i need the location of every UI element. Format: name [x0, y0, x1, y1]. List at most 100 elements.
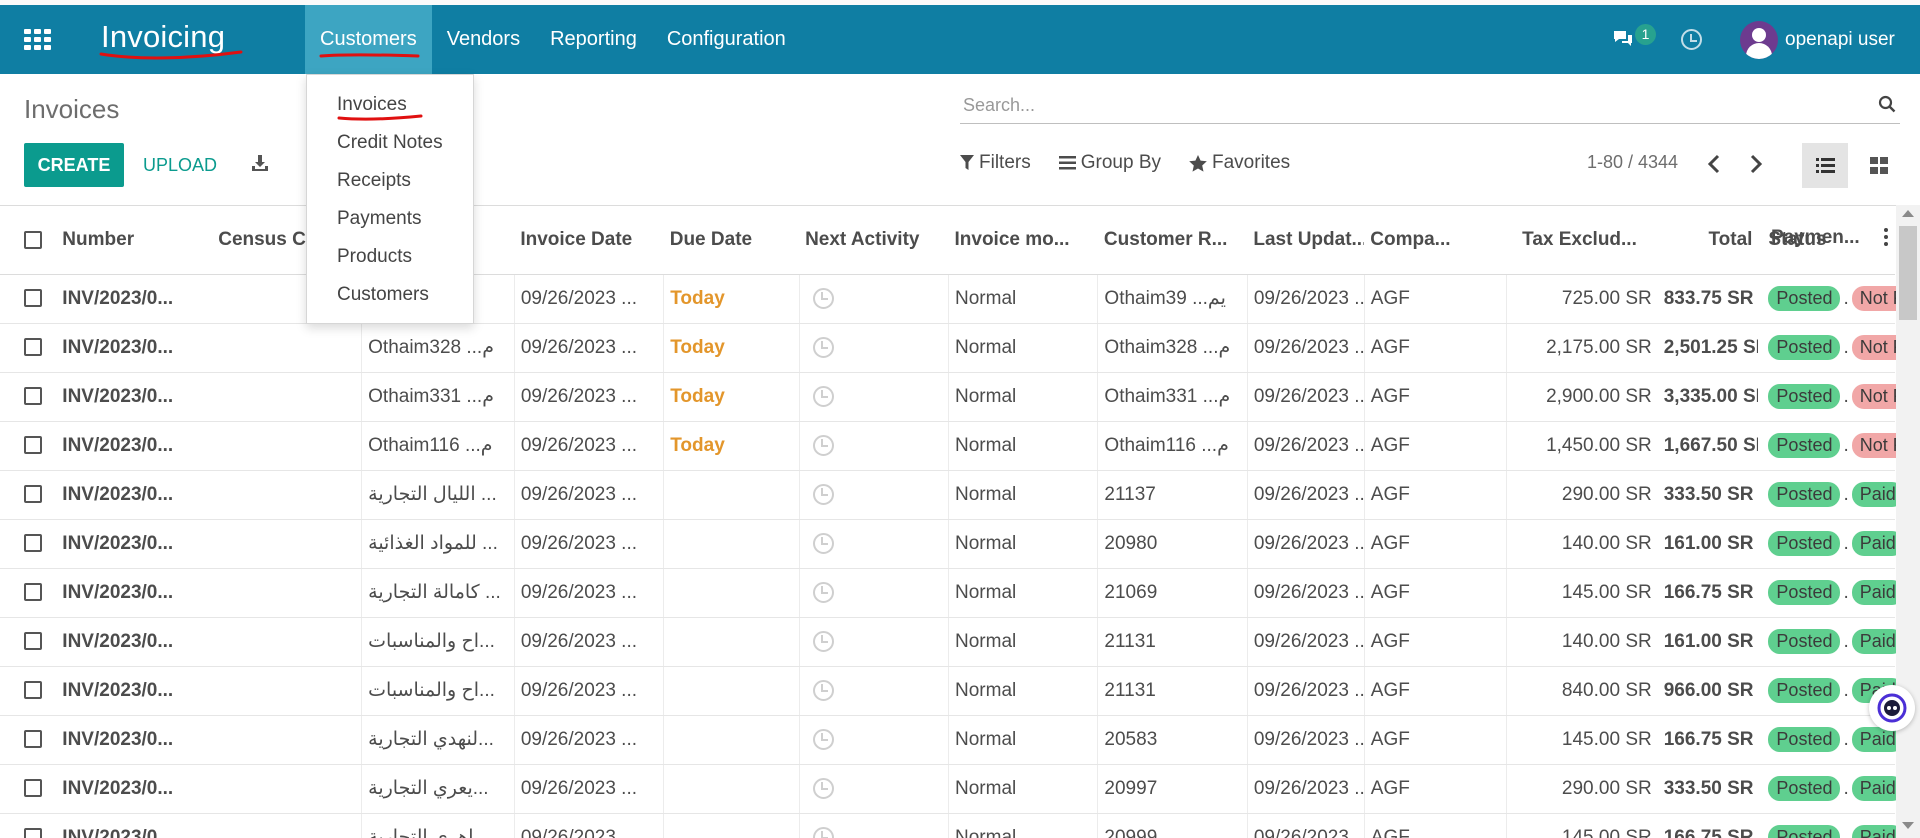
menu-customers[interactable]: Customers — [305, 5, 432, 74]
col-payment-header[interactable]: Paymen... — [1771, 227, 1860, 249]
cell-next-activity[interactable] — [799, 274, 950, 324]
star-icon — [1189, 154, 1207, 172]
activity-clock-icon[interactable] — [812, 581, 834, 603]
dropdown-item-credit-notes[interactable]: Credit Notes — [307, 128, 473, 166]
activity-clock-icon[interactable] — [812, 679, 834, 701]
user-name[interactable]: openapi user — [1785, 29, 1895, 51]
cell-next-activity[interactable] — [799, 617, 950, 667]
scroll-up-arrow-icon[interactable] — [1902, 210, 1914, 217]
filters-button[interactable]: Filters — [960, 152, 1031, 174]
apps-grid-icon[interactable] — [24, 29, 51, 50]
create-button[interactable]: CREATE — [24, 143, 124, 187]
cell-next-activity[interactable] — [799, 568, 950, 618]
cell-tax-excluded: 725.00 SR — [1506, 274, 1658, 324]
chatbot-button[interactable] — [1869, 685, 1915, 731]
dropdown-item-payments[interactable]: Payments — [307, 204, 473, 242]
cell-company: AGF — [1364, 372, 1507, 422]
table-row[interactable]: INV/2023/0... ...اهري التجارية 09/26/2023 … — [0, 813, 1904, 838]
activity-clock-icon[interactable] — [812, 728, 834, 750]
activity-clock-icon[interactable] — [812, 826, 834, 838]
row-checkbox[interactable] — [24, 534, 42, 553]
activity-clock-icon[interactable] — [812, 434, 834, 456]
activity-clock-icon[interactable] — [812, 777, 834, 799]
cell-invoice-mode: Normal — [948, 421, 1099, 471]
activity-clock-icon[interactable] — [1681, 29, 1702, 50]
row-checkbox[interactable] — [24, 583, 42, 602]
col-last-updated[interactable]: Last Updat... — [1247, 206, 1365, 275]
list-view-button[interactable] — [1802, 143, 1848, 188]
table-row[interactable]: INV/2023/0...... كامالة التجارية 09/26/20… — [0, 568, 1904, 618]
activity-clock-icon[interactable] — [812, 630, 834, 652]
table-row[interactable]: INV/2023/0... ...يعري التجارية 09/26/2023 … — [0, 764, 1904, 814]
table-row[interactable]: INV/2023/0... ...اح والمناسبات 09/26/2023 … — [0, 617, 1904, 667]
row-checkbox[interactable] — [24, 730, 42, 749]
activity-clock-icon[interactable] — [812, 385, 834, 407]
column-options-icon[interactable] — [1884, 228, 1889, 246]
col-next-activity[interactable]: Next Activity — [799, 206, 949, 275]
row-checkbox[interactable] — [24, 436, 42, 455]
table-row[interactable]: INV/2023/0... Othaim116 ...م 09/26/2023 ..… — [0, 421, 1920, 471]
cell-next-activity[interactable] — [799, 372, 950, 422]
menu-vendors[interactable]: Vendors — [432, 5, 535, 74]
pager-previous-icon[interactable] — [1705, 153, 1725, 175]
cell-next-activity[interactable] — [799, 715, 950, 765]
cell-next-activity[interactable] — [799, 764, 950, 814]
table-row[interactable]: INV/2023/0... 09/26/2023 ... Today Normal Ot… — [0, 274, 1920, 324]
dropdown-item-customers[interactable]: Customers — [307, 280, 473, 318]
table-row[interactable]: INV/2023/0... Othaim331 ...م 09/26/2023 ..… — [0, 372, 1920, 422]
cell-next-activity[interactable] — [799, 813, 950, 838]
table-row[interactable]: INV/2023/0... ...اح والمناسبات 09/26/2023 … — [0, 666, 1904, 716]
table-row[interactable]: INV/2023/0... Othaim328 ...م 09/26/2023 ..… — [0, 323, 1920, 373]
pager-value[interactable]: 1-80 / 4344 — [1587, 152, 1678, 173]
cell-next-activity[interactable] — [799, 323, 950, 373]
user-avatar[interactable] — [1740, 21, 1778, 59]
activity-clock-icon[interactable] — [812, 287, 834, 309]
col-total[interactable]: Total — [1657, 206, 1759, 275]
col-invoice-mode[interactable]: Invoice mo... — [948, 206, 1098, 275]
table-row[interactable]: INV/2023/0...... للمواد الغذائية 09/26/20… — [0, 519, 1904, 569]
table-row[interactable]: INV/2023/0...... الليال التجارية 09/26/20… — [0, 470, 1904, 520]
cell-next-activity[interactable] — [799, 519, 950, 569]
cell-next-activity[interactable] — [799, 666, 950, 716]
dropdown-item-products[interactable]: Products — [307, 242, 473, 280]
row-checkbox[interactable] — [24, 681, 42, 700]
search-input[interactable] — [960, 88, 1840, 122]
col-invoice-date[interactable]: Invoice Date — [514, 206, 664, 275]
messages-icon[interactable] — [1612, 29, 1634, 49]
activity-clock-icon[interactable] — [812, 336, 834, 358]
table-row[interactable]: INV/2023/0... ...لنهدي التجارية 09/26/2023… — [0, 715, 1904, 765]
row-checkbox[interactable] — [24, 632, 42, 651]
cell-invoice-mode: Normal — [948, 470, 1099, 520]
scroll-thumb[interactable] — [1899, 226, 1917, 320]
select-all-checkbox[interactable] — [24, 230, 42, 249]
kanban-view-button[interactable] — [1856, 143, 1902, 188]
row-checkbox[interactable] — [24, 779, 42, 798]
groupby-button[interactable]: Group By — [1058, 152, 1161, 174]
row-checkbox[interactable] — [24, 338, 42, 357]
cell-next-activity[interactable] — [799, 470, 950, 520]
col-customer-ref[interactable]: Customer R... — [1097, 206, 1248, 275]
dropdown-item-receipts[interactable]: Receipts — [307, 166, 473, 204]
menu-reporting[interactable]: Reporting — [535, 5, 652, 74]
activity-clock-icon[interactable] — [812, 483, 834, 505]
scroll-down-arrow-icon[interactable] — [1902, 822, 1914, 829]
activity-clock-icon[interactable] — [812, 532, 834, 554]
app-brand[interactable]: Invoicing — [101, 19, 225, 55]
download-icon[interactable] — [251, 154, 269, 172]
row-checkbox[interactable] — [24, 828, 42, 838]
col-due-date[interactable]: Due Date — [663, 206, 800, 275]
col-company[interactable]: Compa... — [1364, 206, 1507, 275]
menu-configuration[interactable]: Configuration — [652, 5, 801, 74]
search-icon[interactable] — [1878, 95, 1896, 113]
col-number[interactable]: Number — [56, 206, 213, 275]
cell-number: INV/2023/0... — [56, 617, 213, 667]
col-tax-excluded[interactable]: Tax Exclud... — [1506, 206, 1658, 275]
row-checkbox[interactable] — [24, 289, 42, 308]
row-checkbox[interactable] — [24, 387, 42, 406]
favorites-button[interactable]: Favorites — [1189, 152, 1290, 174]
dropdown-item-invoices[interactable]: Invoices — [307, 90, 473, 128]
row-checkbox[interactable] — [24, 485, 42, 504]
upload-button[interactable]: UPLOAD — [133, 143, 227, 187]
cell-next-activity[interactable] — [799, 421, 950, 471]
pager-next-icon[interactable] — [1745, 153, 1765, 175]
